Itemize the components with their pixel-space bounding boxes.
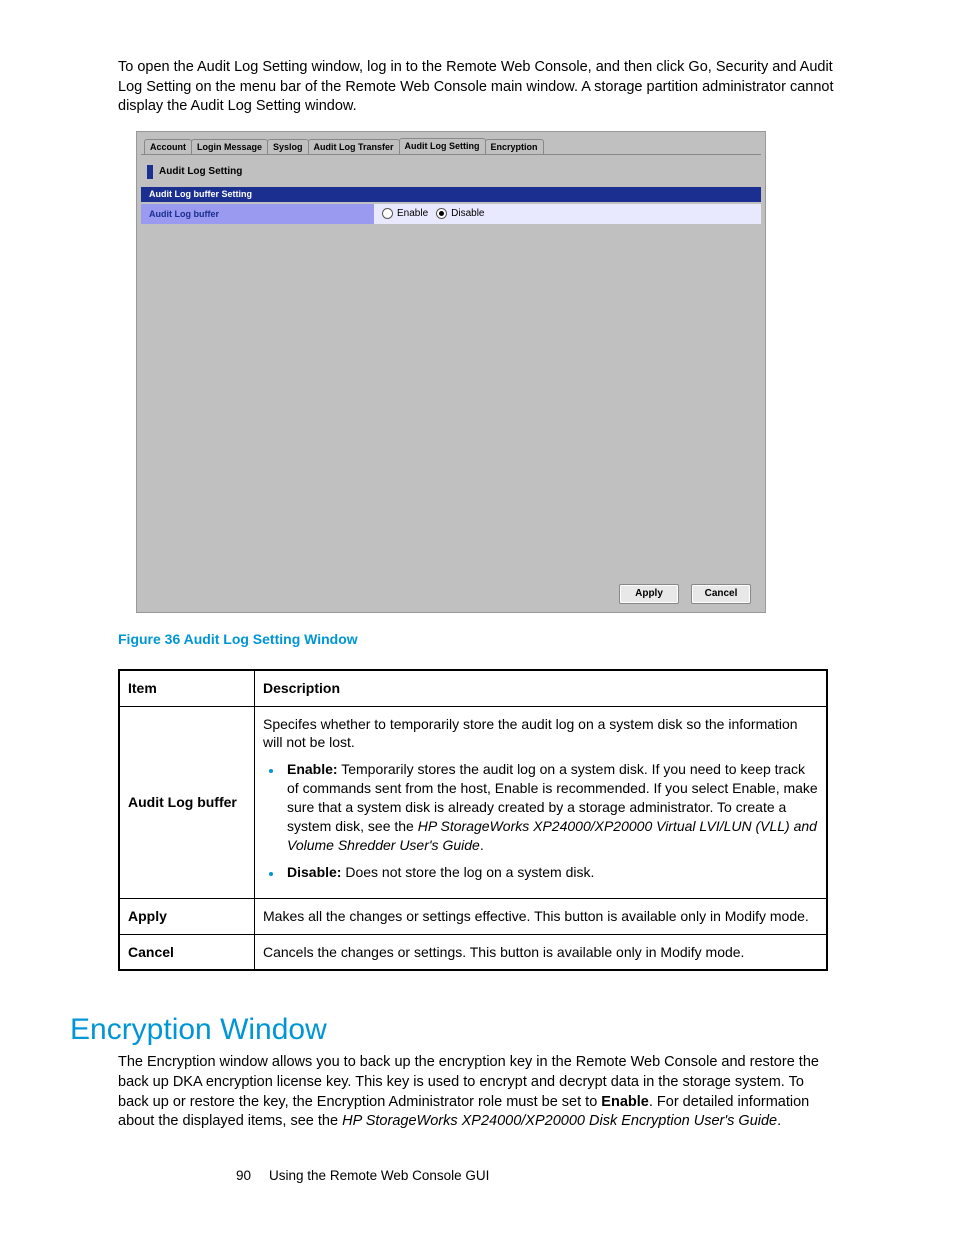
list-item: Disable: Does not store the log on a sys…: [283, 863, 818, 882]
p2-enable-strong: Enable: [601, 1094, 649, 1110]
cancel-button[interactable]: Cancel: [691, 584, 751, 604]
page-number: 90: [236, 1168, 251, 1183]
tab-audit-log-setting[interactable]: Audit Log Setting: [399, 138, 486, 154]
buffer-row-field: Enable Disable: [374, 204, 761, 224]
disable-radio[interactable]: [436, 208, 447, 219]
tab-account[interactable]: Account: [144, 139, 192, 154]
intro-paragraph: To open the Audit Log Setting window, lo…: [118, 58, 836, 117]
enable-text-b: .: [480, 837, 484, 853]
enable-strong: Enable:: [287, 761, 338, 777]
enable-radio-label: Enable: [397, 208, 428, 219]
encryption-window-heading: Encryption Window: [70, 1013, 836, 1047]
th-item: Item: [119, 670, 255, 706]
panel-header: Audit Log Setting: [147, 162, 755, 182]
disable-text: Does not store the log on a system disk.: [341, 864, 594, 880]
apply-button[interactable]: Apply: [619, 584, 679, 604]
tab-encryption[interactable]: Encryption: [485, 139, 544, 154]
disable-radio-label: Disable: [451, 208, 484, 219]
enable-radio[interactable]: [382, 208, 393, 219]
figure-caption: Figure 36 Audit Log Setting Window: [118, 631, 836, 647]
tab-bar: Account Login Message Syslog Audit Log T…: [145, 137, 757, 154]
buffer-row: Audit Log buffer Enable Disable: [141, 204, 761, 224]
bullet-list: Enable: Temporarily stores the audit log…: [263, 760, 818, 881]
tab-syslog[interactable]: Syslog: [267, 139, 309, 154]
row-item: Cancel: [119, 934, 255, 970]
table-row: Apply Makes all the changes or settings …: [119, 898, 827, 934]
disable-strong: Disable:: [287, 864, 341, 880]
section-header: Audit Log buffer Setting: [141, 187, 761, 202]
chapter-title: Using the Remote Web Console GUI: [269, 1168, 489, 1183]
tab-audit-log-transfer[interactable]: Audit Log Transfer: [308, 139, 400, 154]
table-row: Cancel Cancels the changes or settings. …: [119, 934, 827, 970]
panel-header-marker-icon: [147, 165, 153, 179]
th-description: Description: [255, 670, 828, 706]
page-footer: 90 Using the Remote Web Console GUI: [118, 1168, 954, 1235]
row-desc: Specifes whether to temporarily store th…: [255, 706, 828, 898]
button-bar: Apply Cancel: [619, 584, 751, 604]
row-item: Audit Log buffer: [119, 706, 255, 898]
panel-title: Audit Log Setting: [159, 166, 242, 177]
description-table: Item Description Audit Log buffer Specif…: [118, 669, 828, 972]
table-header-row: Item Description: [119, 670, 827, 706]
row-lead-text: Specifes whether to temporarily store th…: [263, 716, 798, 751]
audit-log-setting-screenshot: Account Login Message Syslog Audit Log T…: [136, 131, 766, 613]
list-item: Enable: Temporarily stores the audit log…: [283, 760, 818, 854]
table-row: Audit Log buffer Specifes whether to tem…: [119, 706, 827, 898]
row-desc: Makes all the changes or settings effect…: [255, 898, 828, 934]
buffer-row-label: Audit Log buffer: [141, 209, 374, 219]
row-desc: Cancels the changes or settings. This bu…: [255, 934, 828, 970]
encryption-paragraph: The Encryption window allows you to back…: [118, 1053, 836, 1131]
p2-doc-title: HP StorageWorks XP24000/XP20000 Disk Enc…: [342, 1113, 777, 1129]
p2-text-c: .: [777, 1113, 781, 1129]
tab-login-message[interactable]: Login Message: [191, 139, 268, 154]
row-item: Apply: [119, 898, 255, 934]
